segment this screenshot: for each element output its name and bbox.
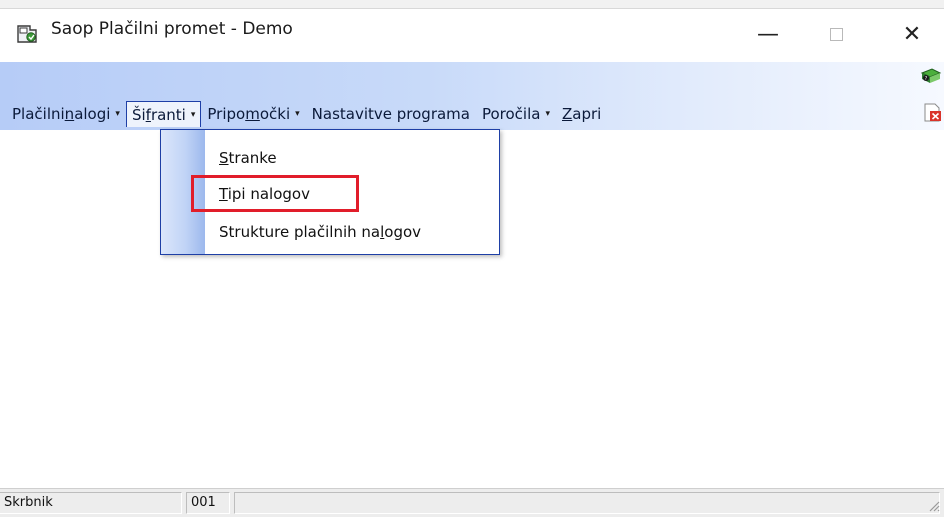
menu-label-post: očki — [259, 105, 291, 123]
menu-label-post: ranti — [150, 105, 186, 124]
menu-label-post: apri — [572, 105, 602, 123]
status-message — [234, 492, 940, 514]
minimize-button[interactable]: — — [745, 12, 791, 56]
window-top-strip — [0, 0, 944, 9]
maximize-icon — [829, 27, 843, 41]
menu-label-pre: Plačilni — [12, 105, 65, 123]
dropdown-arrow-icon: ▾ — [190, 109, 196, 120]
menu-label: Nastavitve programa — [311, 105, 470, 123]
menu-sifranti[interactable]: Ši f ranti ▾ — [125, 101, 202, 127]
menu-item-label: tranke — [228, 149, 277, 167]
menu-label-key: m — [245, 105, 260, 123]
menu-label-post: alogi — [74, 105, 111, 123]
status-code: 001 — [186, 492, 230, 514]
menu-pripomocki[interactable]: Pripo m očki ▾ — [201, 101, 305, 127]
annotation-highlight-box — [191, 175, 359, 212]
close-button[interactable]: ✕ — [889, 12, 935, 56]
menu-label: Poročila — [481, 105, 541, 123]
dropdown-arrow-icon: ▾ — [295, 109, 300, 119]
dropdown-arrow-icon: ▾ — [545, 109, 550, 119]
menu-item-label-post: ogov — [384, 223, 422, 241]
menu-porocila[interactable]: Poročila ▾ — [476, 101, 556, 127]
close-document-icon[interactable] — [924, 103, 942, 122]
window-title: Saop Plačilni promet - Demo — [51, 19, 293, 39]
menu-label-pre: Pripo — [207, 105, 246, 123]
svg-text:?: ? — [925, 76, 928, 82]
saop-app-icon — [17, 25, 37, 43]
menu-item-label-pre: Strukture plačilnih na — [219, 223, 381, 241]
menu-item-stranke[interactable]: Stranke — [219, 149, 277, 167]
resize-grip-icon[interactable] — [926, 498, 940, 512]
menu-item-strukture-placilnih-nalogov[interactable]: Strukture plačilnih nalogov — [219, 223, 421, 241]
status-user: Skrbnik — [0, 492, 182, 514]
menu-label-pre: Ši — [131, 105, 146, 124]
status-bar: Skrbnik 001 — [0, 488, 944, 517]
menu-label-key: n — [64, 105, 75, 123]
dropdown-arrow-icon: ▾ — [115, 109, 120, 119]
help-book-icon[interactable]: ? — [920, 67, 942, 85]
menu-item-key: S — [219, 149, 229, 167]
menu-label-key: Z — [562, 105, 573, 123]
menu-bar: Plačilni n alogi ▾ Ši f ranti ▾ Pripo m očki … — [6, 101, 607, 127]
menu-placilni-nalogi[interactable]: Plačilni n alogi ▾ — [6, 101, 126, 127]
menu-zapri[interactable]: Zapri — [556, 101, 607, 127]
maximize-button[interactable] — [813, 12, 859, 56]
menu-nastavitve-programa[interactable]: Nastavitve programa — [306, 101, 476, 127]
